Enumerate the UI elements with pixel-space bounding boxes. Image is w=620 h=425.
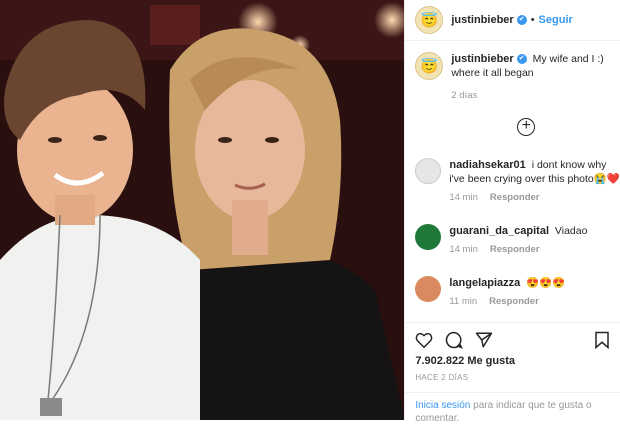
- caption-time: 2 días: [451, 90, 478, 101]
- add-comment-icon[interactable]: +: [517, 118, 536, 136]
- caption: 😇 justinbieber ✔ My wife and I :) where i…: [405, 52, 620, 101]
- comment-username[interactable]: nadiahsekar01: [449, 159, 525, 171]
- list-item-comment: langelapiazza 😍😍😍 11 min Responder: [415, 276, 620, 307]
- list-item-comment: guarani_da_capital Viadao 14 min Responde…: [415, 224, 620, 255]
- author-username[interactable]: justinbieber: [451, 14, 513, 26]
- post-header: 😇 justinbieber ✔ • Seguir: [405, 0, 620, 41]
- login-prompt: Inicia sesión para indicar que te gusta …: [405, 392, 620, 425]
- caption-text-block: justinbieber ✔ My wife and I :) where it …: [451, 52, 614, 80]
- share-icon[interactable]: [475, 331, 493, 349]
- heart-icon[interactable]: [415, 332, 433, 348]
- comment-text: 😍😍😍: [526, 277, 566, 289]
- comments-section: 😇 justinbieber ✔ My wife and I :) where i…: [405, 52, 620, 101]
- comment-avatar[interactable]: [415, 158, 442, 184]
- bookmark-icon[interactable]: [594, 331, 610, 349]
- verified-badge-icon: ✔: [516, 54, 527, 65]
- post-sidebar: 😇 justinbieber ✔ • Seguir 😇 justinbieber…: [404, 0, 620, 424]
- comment-username[interactable]: guarani_da_capital: [449, 225, 549, 237]
- comment-avatar[interactable]: [415, 276, 442, 302]
- reply-button[interactable]: Responder: [489, 296, 539, 307]
- login-link[interactable]: Inicia sesión: [415, 400, 470, 411]
- comment-avatar[interactable]: [415, 224, 442, 250]
- photo-illustration: [0, 0, 405, 420]
- post-photo: [0, 0, 405, 420]
- comment-icon[interactable]: [445, 331, 464, 349]
- instagram-post-view: 😇 justinbieber ✔ • Seguir 😇 justinbieber…: [0, 0, 620, 424]
- list-item-comment: nadiahsekar01 i dont know why i've been …: [415, 158, 620, 203]
- post-actions: 7.902.822 Me gusta HACE 2 DÍAS: [405, 322, 620, 382]
- comment-username[interactable]: langelapiazza: [449, 277, 520, 289]
- reply-button[interactable]: Responder: [490, 244, 540, 255]
- caption-username[interactable]: justinbieber: [451, 53, 513, 65]
- separator-dot: •: [530, 14, 535, 26]
- posted-ago: HACE 2 DÍAS: [415, 373, 469, 382]
- comment-time: 14 min: [449, 192, 478, 203]
- comment-time: 11 min: [449, 296, 478, 307]
- caption-author-avatar[interactable]: 😇: [415, 52, 444, 80]
- like-count[interactable]: 7.902.822 Me gusta: [405, 349, 620, 367]
- comment-time: 14 min: [449, 244, 478, 255]
- reply-button[interactable]: Responder: [490, 192, 540, 203]
- comment-text: Viadao: [554, 225, 588, 237]
- author-avatar[interactable]: 😇: [415, 6, 444, 34]
- verified-badge-icon: ✔: [516, 15, 527, 25]
- follow-button[interactable]: Seguir: [539, 14, 573, 26]
